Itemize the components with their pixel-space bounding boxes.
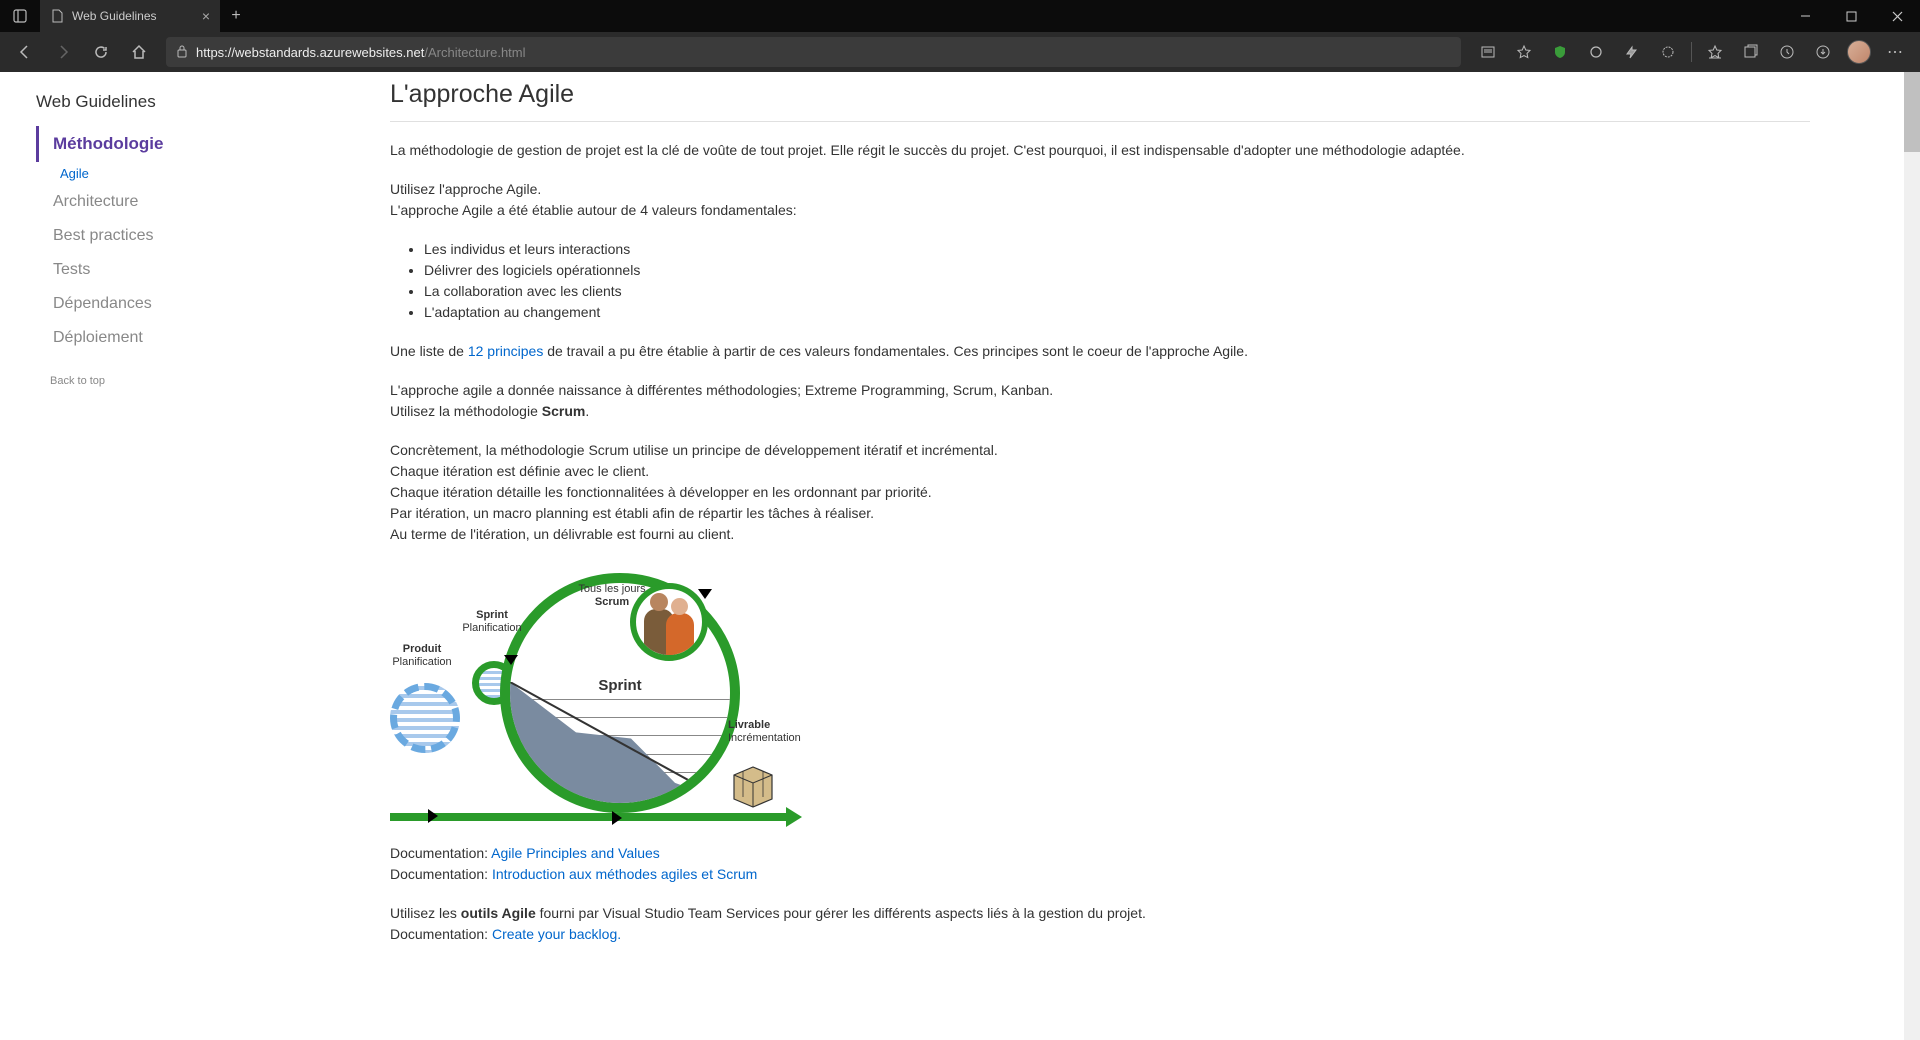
browser-toolbar: https://webstandards.azurewebsites.net/A… (0, 32, 1920, 72)
tab-bar: Web Guidelines × + (0, 0, 1920, 32)
collections-icon[interactable] (1734, 35, 1768, 69)
minimize-button[interactable] (1782, 0, 1828, 32)
doc-line-1: Documentation: Agile Principles and Valu… (390, 843, 1810, 864)
doc-link-3[interactable]: Create your backlog. (492, 926, 621, 942)
avatar (1847, 40, 1871, 64)
reader-icon[interactable] (1471, 35, 1505, 69)
list-item: Les individus et leurs interactions (424, 239, 1810, 260)
close-tab-icon[interactable]: × (202, 8, 210, 24)
divider (390, 121, 1810, 122)
methodologies-text: L'approche agile a donnée naissance à di… (390, 380, 1810, 422)
outils-text: Utilisez les outils Agile fourni par Vis… (390, 903, 1810, 924)
ext-icon-1[interactable] (1579, 35, 1613, 69)
tab-actions-icon[interactable] (0, 9, 40, 23)
toolbar-right: ⋯ (1471, 35, 1912, 69)
daily-label: Tous les joursScrum (572, 583, 652, 609)
page-title: L'approche Agile (390, 80, 1810, 109)
favorites-bar-icon[interactable] (1698, 35, 1732, 69)
values-list: Les individus et leurs interactions Déli… (424, 239, 1810, 323)
product-plan-label: ProduitPlanification (392, 643, 452, 669)
page: Web Guidelines Méthodologie Agile Archit… (0, 72, 1920, 1040)
doc-link-1[interactable]: Agile Principles and Values (491, 845, 660, 861)
nav-sub-agile[interactable]: Agile (36, 162, 280, 185)
sidebar-title: Web Guidelines (36, 92, 280, 112)
intro-text: La méthodologie de gestion de projet est… (390, 140, 1810, 161)
scrum-diagram: Sprint Tous les joursScrum SprintPlanifi… (390, 563, 800, 823)
close-window-button[interactable] (1874, 0, 1920, 32)
list-item: Délivrer des logiciels opérationnels (424, 260, 1810, 281)
lock-icon (176, 44, 188, 61)
new-tab-button[interactable]: + (220, 7, 252, 25)
scrollbar-thumb[interactable] (1904, 72, 1920, 152)
nav-methodologie[interactable]: Méthodologie (36, 126, 280, 162)
scrum-description: Concrètement, la méthodologie Scrum util… (390, 440, 1810, 545)
address-bar[interactable]: https://webstandards.azurewebsites.net/A… (166, 37, 1461, 67)
profile-button[interactable] (1842, 35, 1876, 69)
scrollbar[interactable] (1904, 72, 1920, 1040)
principles-text: Une liste de 12 principes de travail a p… (390, 341, 1810, 362)
history-icon[interactable] (1770, 35, 1804, 69)
tab-title: Web Guidelines (72, 9, 157, 23)
doc-line-2: Documentation: Introduction aux méthodes… (390, 864, 1810, 885)
nav-architecture[interactable]: Architecture (36, 185, 280, 219)
favorite-icon[interactable] (1507, 35, 1541, 69)
maximize-button[interactable] (1828, 0, 1874, 32)
sprint-plan-label: SprintPlanification (462, 609, 522, 635)
back-to-top-link[interactable]: Back to top (36, 375, 280, 387)
forward-button[interactable] (46, 35, 80, 69)
nav-dependances[interactable]: Dépendances (36, 287, 280, 321)
doc-line-3: Documentation: Create your backlog. (390, 924, 1810, 945)
menu-button[interactable]: ⋯ (1878, 35, 1912, 69)
sidebar: Web Guidelines Méthodologie Agile Archit… (0, 72, 280, 1040)
downloads-icon[interactable] (1806, 35, 1840, 69)
ext-icon-3[interactable] (1651, 35, 1685, 69)
refresh-button[interactable] (84, 35, 118, 69)
principles-link[interactable]: 12 principes (468, 343, 544, 359)
list-item: La collaboration avec les clients (424, 281, 1810, 302)
window-controls (1782, 0, 1920, 32)
browser-chrome: Web Guidelines × + https://webstandards.… (0, 0, 1920, 72)
nav-deploiement[interactable]: Déploiement (36, 321, 280, 355)
deliverable-label: LivrableIncrémentation (728, 719, 808, 745)
ext-icon-2[interactable] (1615, 35, 1649, 69)
nav-best-practices[interactable]: Best practices (36, 219, 280, 253)
deliverable-box-icon (726, 761, 780, 809)
agile-values-intro: Utilisez l'approche Agile. L'approche Ag… (390, 179, 1810, 221)
url-text: https://webstandards.azurewebsites.net/A… (196, 45, 526, 60)
product-backlog-circle (390, 683, 460, 753)
doc-link-2[interactable]: Introduction aux méthodes agiles et Scru… (492, 866, 757, 882)
list-item: L'adaptation au changement (424, 302, 1810, 323)
separator (1691, 42, 1692, 62)
sprint-center-label: Sprint (598, 677, 641, 694)
browser-tab[interactable]: Web Guidelines × (40, 0, 220, 32)
home-button[interactable] (122, 35, 156, 69)
back-button[interactable] (8, 35, 42, 69)
shield-icon[interactable] (1543, 35, 1577, 69)
nav-tests[interactable]: Tests (36, 253, 280, 287)
page-icon (50, 9, 64, 23)
main-content: L'approche Agile La méthodologie de gest… (280, 72, 1920, 1040)
